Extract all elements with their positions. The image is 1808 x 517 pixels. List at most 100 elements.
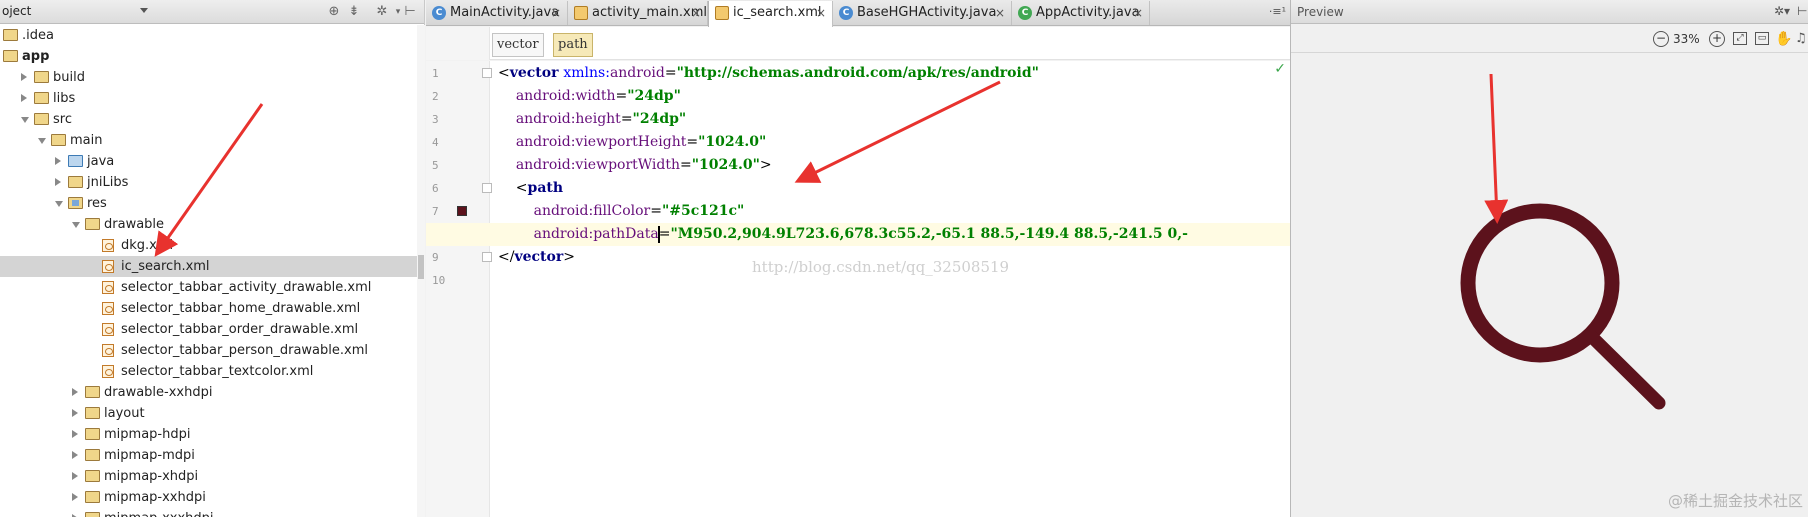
tree-item-label: .idea <box>22 28 54 43</box>
folder-icon <box>68 176 83 188</box>
chevron-down-icon[interactable] <box>21 117 29 123</box>
code-line[interactable]: android:pathData="M950.2,904.9L723.6,678… <box>426 223 1290 246</box>
code-editor[interactable]: 12345678910 <vector xmlns:android="http:… <box>426 61 1290 517</box>
breadcrumb-item-path[interactable]: path <box>553 33 593 57</box>
tab-overflow-menu[interactable]: ·≡¹ <box>1269 5 1286 18</box>
code-line-text: android:viewportWidth="1024.0"> <box>498 154 772 177</box>
folder-icon <box>85 218 100 230</box>
chevron-right-icon[interactable] <box>72 493 78 501</box>
folder-icon <box>34 92 49 104</box>
tree-item[interactable]: selector_tabbar_order_drawable.xml <box>0 319 425 340</box>
hand-icon[interactable]: ✋ <box>1775 31 1792 47</box>
tree-item[interactable]: selector_tabbar_home_drawable.xml <box>0 298 425 319</box>
collapse-all-icon[interactable]: ⇟ <box>346 4 362 20</box>
chevron-right-icon[interactable] <box>21 94 27 102</box>
tree-item[interactable]: drawable-xxhdpi <box>0 382 425 403</box>
tree-item[interactable]: build <box>0 67 425 88</box>
bell-icon[interactable]: ♫ <box>1795 31 1807 46</box>
tree-item[interactable]: mipmap-mdpi <box>0 445 425 466</box>
folder-icon <box>85 449 100 461</box>
code-line[interactable]: <path <box>426 177 1290 200</box>
code-line[interactable]: android:width="24dp" <box>426 85 1290 108</box>
code-line[interactable]: android:height="24dp" <box>426 108 1290 131</box>
tree-item[interactable]: ic_search.xml <box>0 256 425 277</box>
tree-item[interactable]: selector_tabbar_activity_drawable.xml <box>0 277 425 298</box>
chevron-down-icon[interactable] <box>72 222 80 228</box>
tree-item[interactable]: res <box>0 193 425 214</box>
chevron-right-icon[interactable] <box>72 388 78 396</box>
tree-scrollbar[interactable] <box>417 25 425 517</box>
code-line-text: android:height="24dp" <box>498 108 686 131</box>
folder-icon <box>51 134 66 146</box>
close-icon[interactable]: × <box>995 1 1005 25</box>
breadcrumb-item-vector[interactable]: vector <box>492 33 544 57</box>
hide-panel-icon[interactable]: ⊢ <box>402 4 418 20</box>
zoom-in-icon[interactable]: + <box>1709 31 1725 47</box>
tree-item[interactable]: mipmap-hdpi <box>0 424 425 445</box>
tree-item[interactable]: src <box>0 109 425 130</box>
code-line[interactable]: android:fillColor="#5c121c" <box>426 200 1290 223</box>
tree-item[interactable]: jniLibs <box>0 172 425 193</box>
editor-tab[interactable]: BaseHGHActivity.java× <box>833 1 1012 25</box>
zoom-fit-icon[interactable]: ⤢ <box>1733 32 1747 45</box>
editor-tab[interactable]: AppActivity.java× <box>1012 1 1150 25</box>
chevron-right-icon[interactable] <box>55 157 61 165</box>
code-token: android:height <box>515 111 621 127</box>
tree-item[interactable]: drawable <box>0 214 425 235</box>
gear-icon[interactable]: ✲ <box>374 4 390 20</box>
chevron-right-icon[interactable] <box>55 178 61 186</box>
editor-tab-label: activity_main.xml <box>592 5 708 20</box>
chevron-right-icon[interactable] <box>21 73 27 81</box>
gear-icon[interactable]: ✲▾ <box>1774 4 1790 18</box>
project-toolbar: oject ⊕ ⇟ ✲ ▾ ⊢ <box>0 0 424 24</box>
folder-icon <box>85 428 100 440</box>
tree-item[interactable]: app <box>0 46 425 67</box>
editor-tab[interactable]: MainActivity.java× <box>426 1 568 25</box>
tree-item[interactable]: .idea <box>0 25 425 46</box>
scrollbar-thumb[interactable] <box>418 255 424 279</box>
tree-item[interactable]: mipmap-xxxhdpi <box>0 508 425 517</box>
editor-tab[interactable]: activity_main.xml × <box>568 1 708 25</box>
tree-item[interactable]: selector_tabbar_person_drawable.xml <box>0 340 425 361</box>
hide-panel-icon[interactable]: ⊢ <box>1797 4 1807 18</box>
code-token: = <box>615 88 628 104</box>
tree-item[interactable]: libs <box>0 88 425 109</box>
code-token: android:viewportWidth <box>515 157 681 173</box>
tree-item[interactable]: java <box>0 151 425 172</box>
project-tree: .idea app build libs src main java jniLibs res dr… <box>0 25 425 517</box>
close-icon[interactable]: × <box>551 1 561 25</box>
chevron-right-icon[interactable] <box>72 472 78 480</box>
project-view-selector[interactable]: oject <box>0 0 152 24</box>
watermark-text: http://blog.csdn.net/qq_32508519 <box>752 258 1010 276</box>
zoom-out-icon[interactable]: − <box>1653 31 1669 47</box>
chevron-right-icon[interactable] <box>72 409 78 417</box>
editor-tab-bar: MainActivity.java×activity_main.xml×ic_s… <box>426 0 1290 27</box>
tree-item[interactable]: mipmap-xxhdpi <box>0 487 425 508</box>
folder-icon <box>85 386 100 398</box>
code-line[interactable]: <vector xmlns:android="http://schemas.an… <box>426 62 1290 85</box>
code-line[interactable]: android:viewportWidth="1024.0"> <box>426 154 1290 177</box>
actual-size-icon[interactable]: ▭ <box>1755 32 1769 45</box>
chevron-right-icon[interactable] <box>72 451 78 459</box>
chevron-down-icon[interactable] <box>38 138 46 144</box>
close-icon[interactable]: × <box>1133 1 1143 25</box>
tree-item[interactable]: layout <box>0 403 425 424</box>
close-icon[interactable]: × <box>816 1 826 25</box>
editor-tab[interactable]: ic_search.xml × <box>708 1 833 27</box>
tree-item-label: layout <box>104 406 145 421</box>
sync-icon[interactable]: ⊕ <box>326 4 342 20</box>
check-icon: ✓ <box>1274 61 1286 77</box>
code-token: = <box>686 134 699 150</box>
chevron-down-icon[interactable] <box>55 201 63 207</box>
tree-item-label: mipmap-xhdpi <box>104 469 199 484</box>
tree-item[interactable]: selector_tabbar_textcolor.xml <box>0 361 425 382</box>
code-token: android:viewportHeight <box>515 134 687 150</box>
tree-item[interactable]: dkg.xml <box>0 235 425 256</box>
tree-item[interactable]: mipmap-xhdpi <box>0 466 425 487</box>
tree-item[interactable]: main <box>0 130 425 151</box>
close-icon[interactable]: × <box>691 1 701 25</box>
code-token: "24dp" <box>632 111 687 127</box>
chevron-right-icon[interactable] <box>72 430 78 438</box>
code-line[interactable]: android:viewportHeight="1024.0" <box>426 131 1290 154</box>
